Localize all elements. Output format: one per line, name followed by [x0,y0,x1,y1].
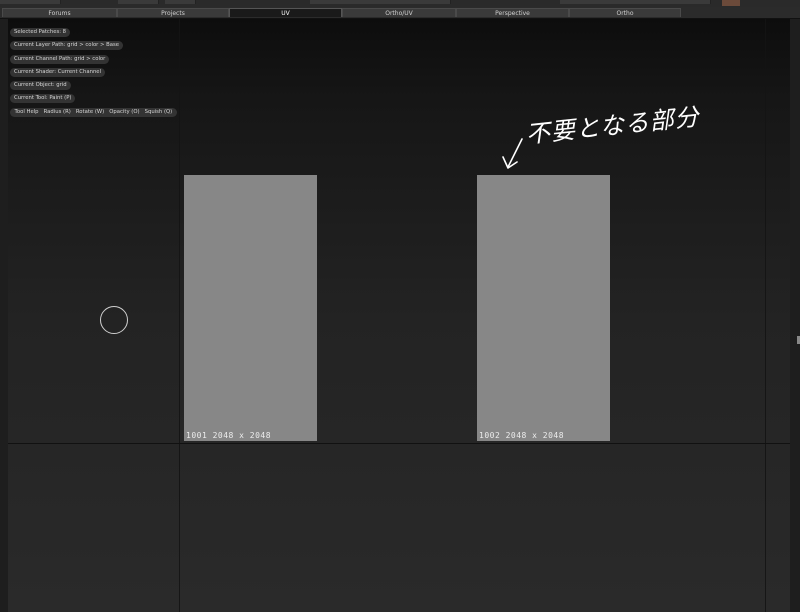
tab-ortho[interactable]: Ortho [569,8,681,17]
toolbar-segment[interactable] [310,0,451,4]
uv-viewport[interactable]: Selected Patches: 8 Current Layer Path: … [8,19,790,612]
toolbar-segment[interactable] [165,0,196,4]
radius-button[interactable]: Radius (R) [41,108,73,117]
mari-window: Forums Projects UV Ortho/UV Perspective … [0,0,800,612]
uv-grid-line [765,19,766,612]
tool-info: Current Tool: Paint (P) [10,94,76,103]
object-info: Current Object: grid [10,81,71,90]
layer-path-info: Current Layer Path: grid > color > Base [10,41,124,50]
shader-info: Current Shader: Current Channel [10,68,106,77]
squish-button[interactable]: Squish (Q) [142,108,175,117]
channel-path-info: Current Channel Path: grid > color [10,55,110,64]
tool-options-bar: Tool Help Radius (R) Rotate (W) Opacity … [10,108,177,117]
uv-patch-1002[interactable]: 1002 2048 x 2048 [477,175,610,441]
toolbar-segment[interactable] [0,0,61,4]
handwritten-annotation: 不要となる部分 [500,103,710,185]
project-thumbnail[interactable] [722,0,740,6]
tab-forums[interactable]: Forums [2,8,117,17]
tab-projects[interactable]: Projects [117,8,229,17]
tab-uv[interactable]: UV [229,8,342,17]
selected-patches-info: Selected Patches: 8 [10,28,71,37]
uv-grid-line [8,443,790,444]
hand-drawn-arrow-icon [502,138,523,169]
rotate-button[interactable]: Rotate (W) [73,108,106,117]
tab-ortho-uv[interactable]: Ortho/UV [342,8,456,17]
patch-label: 1002 2048 x 2048 [479,431,565,440]
toolbar-segment[interactable] [560,0,711,4]
uv-patch-1001[interactable]: 1001 2048 x 2048 [184,175,317,441]
view-tab-bar: Forums Projects UV Ortho/UV Perspective … [0,7,800,19]
toolbar-segment[interactable] [118,0,159,4]
annotation-text: 不要となる部分 [524,102,701,149]
top-toolbar-strip [0,0,800,7]
tool-help-button[interactable]: Tool Help [12,108,41,117]
tab-perspective[interactable]: Perspective [456,8,569,17]
brush-cursor-icon [100,306,128,334]
opacity-button[interactable]: Opacity (O) [107,108,142,117]
patch-label: 1001 2048 x 2048 [186,431,272,440]
uv-grid-line [179,19,180,612]
